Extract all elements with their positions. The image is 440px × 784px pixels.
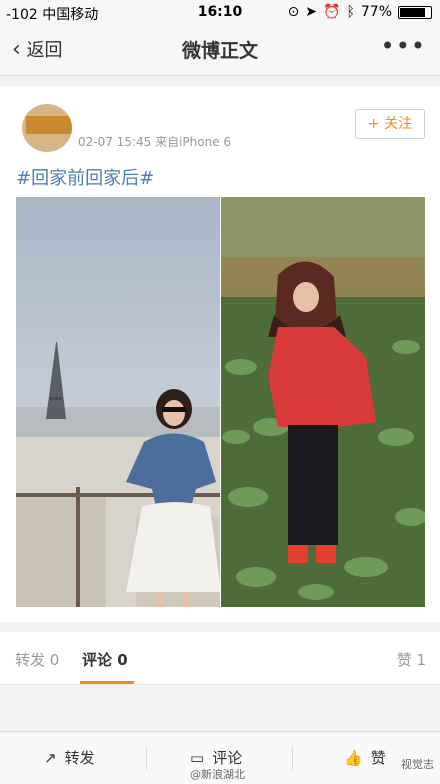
comment-icon: ▭	[190, 748, 205, 767]
nav-bar: ‹ 返回 微博正文 •••	[0, 24, 440, 76]
avatar[interactable]	[22, 104, 72, 152]
lock-rotation-icon: ⊙	[287, 4, 300, 20]
tab-repost[interactable]: 转发 0	[15, 649, 59, 670]
repost-label: 转发	[64, 749, 95, 767]
like-label: 赞	[370, 749, 386, 767]
status-bar: -102 中国移动 16:10 ⊙ ➤ ⏰ ᛒ 77%	[0, 0, 440, 24]
more-button[interactable]: •••	[381, 32, 426, 60]
comment-label: 评论	[212, 749, 243, 767]
post-card: 02-07 15:45 来自iPhone 6 + 关注 #回家前回家后#	[0, 86, 440, 622]
hashtag-link[interactable]: #回家前回家后#	[16, 164, 154, 190]
redaction-block	[26, 116, 72, 134]
photo-illustration	[16, 197, 425, 607]
follow-button[interactable]: + 关注	[355, 109, 425, 139]
divider	[146, 746, 147, 770]
section-gap	[0, 622, 440, 632]
like-button[interactable]: 👍 赞	[344, 747, 386, 768]
status-right: ⊙ ➤ ⏰ ᛒ 77%	[288, 4, 432, 20]
battery-percent: 77%	[360, 4, 392, 20]
bluetooth-icon: ᛒ	[346, 4, 355, 20]
watermark-right: 视觉志	[401, 758, 434, 771]
location-icon: ➤	[305, 4, 318, 20]
post-tabs: 转发 0 评论 0 赞 1	[0, 632, 440, 685]
share-icon: ↗	[44, 748, 57, 767]
comment-button[interactable]: ▭ 评论	[190, 747, 242, 768]
post-meta: 02-07 15:45 来自iPhone 6	[78, 135, 232, 149]
post-image[interactable]	[16, 197, 425, 607]
divider	[292, 746, 293, 770]
repost-button[interactable]: ↗ 转发	[44, 747, 95, 768]
watermark-bottom: @新浪湖北	[190, 768, 245, 781]
tab-like[interactable]: 赞 1	[397, 649, 426, 670]
thumbs-up-icon: 👍	[344, 748, 363, 767]
alarm-icon: ⏰	[323, 4, 341, 20]
page-title: 微博正文	[181, 40, 258, 62]
tab-comment[interactable]: 评论 0	[82, 649, 128, 670]
battery-icon	[398, 5, 432, 19]
active-tab-indicator	[80, 681, 134, 684]
